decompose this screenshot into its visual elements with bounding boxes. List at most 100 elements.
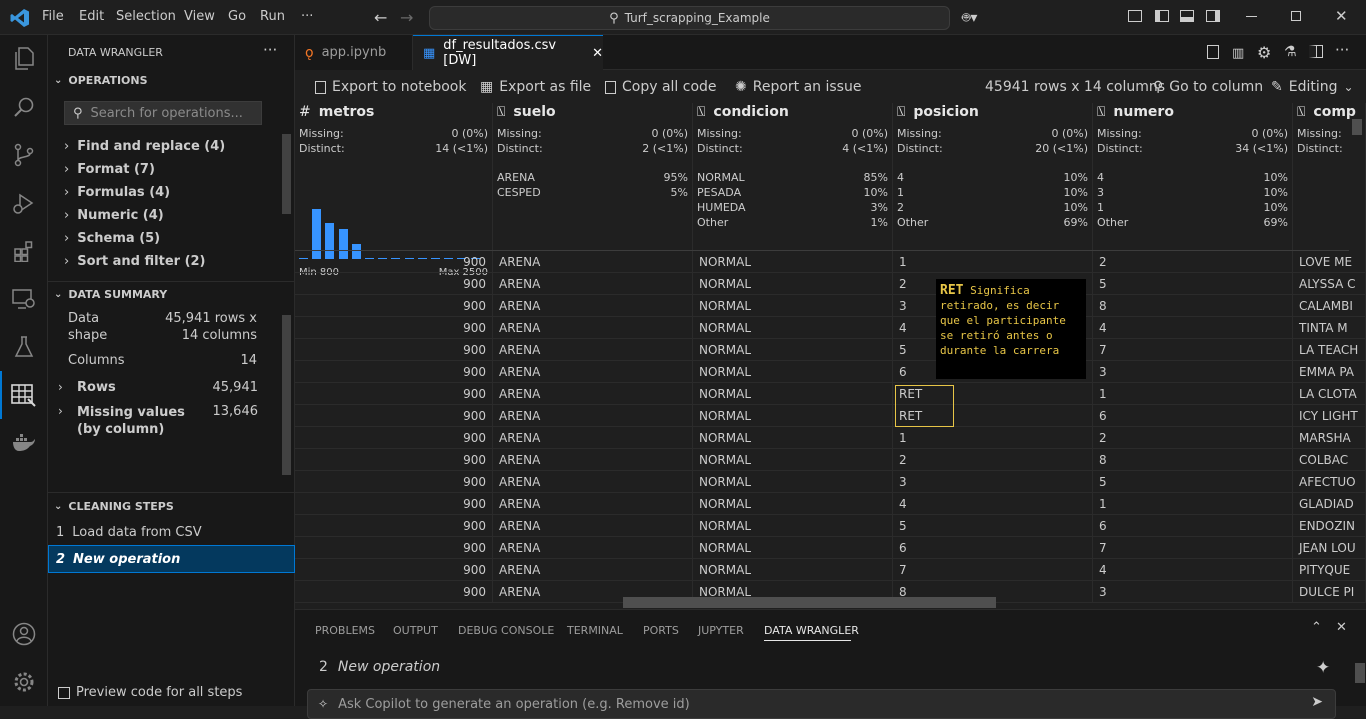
table-cell[interactable]: ARENA xyxy=(493,317,693,339)
menu-5[interactable]: Run xyxy=(260,9,285,24)
table-cell[interactable]: 4 xyxy=(1093,317,1293,339)
accounts-icon[interactable] xyxy=(0,610,48,658)
menu-2[interactable]: Selection xyxy=(116,9,176,24)
table-cell[interactable]: 900 xyxy=(295,383,493,405)
table-cell[interactable]: 1 xyxy=(893,427,1093,449)
table-cell[interactable]: LOVE ME xyxy=(1293,251,1366,273)
table-cell[interactable]: 900 xyxy=(295,317,493,339)
settings-gear-icon[interactable]: ⚙ xyxy=(1257,43,1271,62)
editing-mode-dropdown[interactable]: ✎ Editing ⌄ xyxy=(1271,78,1354,96)
menu-6[interactable]: ··· xyxy=(301,9,313,24)
operation-item[interactable]: › Numeric (4) xyxy=(64,208,164,223)
table-cell[interactable]: 900 xyxy=(295,361,493,383)
table-cell[interactable]: 7 xyxy=(1093,339,1293,361)
table-cell[interactable]: NORMAL xyxy=(693,537,893,559)
table-cell[interactable]: ARENA xyxy=(493,515,693,537)
command-center-search[interactable]: ⚲ Turf_scrapping_Example xyxy=(429,6,950,30)
table-cell[interactable]: LA TEACH xyxy=(1293,339,1366,361)
table-cell[interactable]: 900 xyxy=(295,339,493,361)
column-header-posicion[interactable]: ⍂ posicion Missing: Distinct: 0 (0%) 20 (<1%)… xyxy=(893,103,1093,251)
table-cell[interactable]: PITYQUE xyxy=(1293,559,1366,581)
column-header-metros[interactable]: # metros Missing: Distinct: 0 (0%) 14 (<1%) Mi… xyxy=(295,103,493,278)
table-cell[interactable]: 5 xyxy=(893,515,1093,537)
table-row[interactable]: 900 ARENA NORMAL RET 6 ICY LIGHT xyxy=(295,405,1366,427)
operation-item[interactable]: › Formulas (4) xyxy=(64,185,170,200)
horizontal-scrollbar[interactable] xyxy=(623,597,996,608)
table-cell[interactable]: NORMAL xyxy=(693,273,893,295)
toggle-panel-icon[interactable] xyxy=(1180,10,1194,22)
table-cell[interactable]: JEAN LOU xyxy=(1293,537,1366,559)
table-cell[interactable]: 8 xyxy=(1093,449,1293,471)
table-cell[interactable]: 2 xyxy=(893,449,1093,471)
table-cell[interactable]: NORMAL xyxy=(693,251,893,273)
table-cell[interactable]: ARENA xyxy=(493,295,693,317)
table-row[interactable]: 900 ARENA NORMAL 6 3 EMMA PA xyxy=(295,361,1366,383)
table-cell[interactable]: NORMAL xyxy=(693,559,893,581)
menu-4[interactable]: Go xyxy=(228,9,246,24)
table-cell[interactable]: ARENA xyxy=(493,559,693,581)
summary-scrollbar[interactable] xyxy=(282,315,291,475)
tab-df-resultados[interactable]: ▦ df_resultados.csv [DW] ✕ xyxy=(413,35,603,70)
table-cell[interactable]: ARENA xyxy=(493,339,693,361)
table-cell[interactable]: NORMAL xyxy=(693,405,893,427)
operations-search-input[interactable]: ⚲ Search for operations... xyxy=(64,101,262,125)
table-cell[interactable]: 4 xyxy=(1093,559,1293,581)
close-window-icon[interactable]: ✕ xyxy=(1335,7,1348,25)
table-row[interactable]: 900 ARENA NORMAL 4 4 TINTA M xyxy=(295,317,1366,339)
panel-tab[interactable]: JUPYTER xyxy=(698,624,744,637)
panel-tab[interactable]: OUTPUT xyxy=(393,624,438,637)
go-to-column-button[interactable]: ⚲ Go to column xyxy=(1153,78,1263,96)
copilot-icon[interactable]: 🤖︎▾ xyxy=(962,8,977,28)
more-actions-icon[interactable]: ··· xyxy=(263,41,277,59)
column-header-condicion[interactable]: ⍂ condicion Missing: Distinct: 0 (0%) 4 (<1%)… xyxy=(693,103,893,251)
restore-icon[interactable] xyxy=(1291,11,1301,21)
split-editor-icon[interactable] xyxy=(1309,45,1323,58)
table-row[interactable]: 900 ARENA NORMAL 2 5 ALYSSA C xyxy=(295,273,1366,295)
operation-item[interactable]: › Sort and filter (2) xyxy=(64,254,206,269)
operation-item[interactable]: › Find and replace (4) xyxy=(64,139,225,154)
table-cell[interactable]: ENDOZIN xyxy=(1293,515,1366,537)
run-debug-icon[interactable] xyxy=(0,179,48,227)
table-cell[interactable]: ARENA xyxy=(493,537,693,559)
table-cell[interactable]: EMMA PA xyxy=(1293,361,1366,383)
table-cell[interactable]: 900 xyxy=(295,295,493,317)
column-header-numero[interactable]: ⍂ numero Missing: Distinct: 0 (0%) 34 (<1%) 4 1… xyxy=(1093,103,1293,251)
table-row[interactable]: 900 ARENA NORMAL 5 7 LA TEACH xyxy=(295,339,1366,361)
source-control-icon[interactable] xyxy=(0,131,48,179)
toggle-sidebar-icon[interactable] xyxy=(1155,10,1169,22)
tab-app-ipynb[interactable]: ǫ app.ipynb xyxy=(295,35,413,70)
minimize-icon[interactable] xyxy=(1246,16,1257,17)
table-row[interactable]: 900 ARENA NORMAL RET 1 LA CLOTA xyxy=(295,383,1366,405)
table-cell[interactable]: 3 xyxy=(1093,361,1293,383)
table-cell[interactable]: ARENA xyxy=(493,361,693,383)
settings-gear-icon[interactable] xyxy=(0,658,48,706)
preview-code-link[interactable]: Preview code for all steps xyxy=(58,685,242,700)
table-cell[interactable]: ARENA xyxy=(493,427,693,449)
testing-icon[interactable] xyxy=(0,323,48,371)
cleaning-step-1[interactable]: 1 Load data from CSV xyxy=(48,521,295,543)
send-icon[interactable]: ➤ xyxy=(1311,694,1323,710)
table-cell[interactable]: GLADIAD xyxy=(1293,493,1366,515)
table-cell[interactable]: NORMAL xyxy=(693,361,893,383)
table-cell[interactable]: 7 xyxy=(893,559,1093,581)
table-cell[interactable]: 3 xyxy=(893,471,1093,493)
table-cell[interactable]: 6 xyxy=(1093,515,1293,537)
table-cell[interactable]: 2 xyxy=(1093,251,1293,273)
table-cell[interactable]: NORMAL xyxy=(693,317,893,339)
table-cell[interactable]: ARENA xyxy=(493,449,693,471)
table-cell[interactable]: NORMAL xyxy=(693,515,893,537)
copilot-prompt-input[interactable]: ✧ Ask Copilot to generate an operation (… xyxy=(307,689,1336,719)
table-cell[interactable]: NORMAL xyxy=(693,471,893,493)
menu-1[interactable]: Edit xyxy=(79,9,104,24)
table-cell[interactable]: ICY LIGHT xyxy=(1293,405,1366,427)
close-tab-icon[interactable]: ✕ xyxy=(592,46,603,61)
missing-summary-item[interactable]: › Missing values (by column) 13,646 xyxy=(58,404,258,440)
table-cell[interactable]: ALYSSA C xyxy=(1293,273,1366,295)
table-cell[interactable]: ARENA xyxy=(493,405,693,427)
data-summary-section-header[interactable]: ⌄ DATA SUMMARY xyxy=(48,283,295,305)
data-wrangler-icon[interactable] xyxy=(0,371,48,419)
table-cell[interactable]: 900 xyxy=(295,251,493,273)
table-cell[interactable]: 900 xyxy=(295,493,493,515)
export-as-file-button[interactable]: ▦ Export as file xyxy=(480,78,591,96)
table-cell[interactable]: COLBAC xyxy=(1293,449,1366,471)
